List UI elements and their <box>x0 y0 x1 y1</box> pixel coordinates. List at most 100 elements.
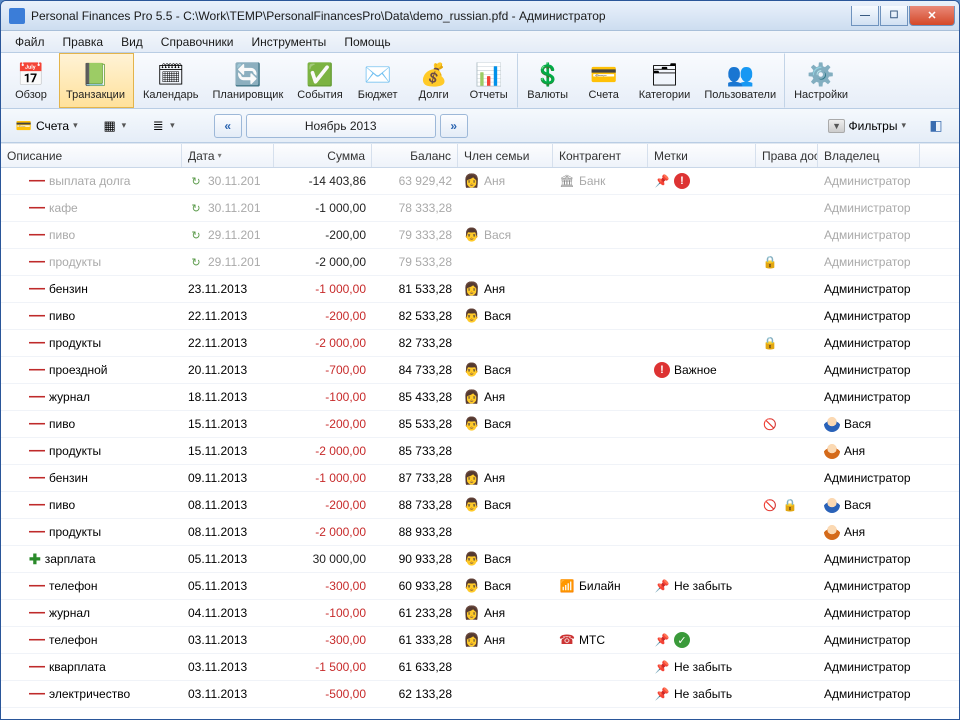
accounts-dropdown[interactable]: 💳 Счета ▾ <box>9 114 85 138</box>
scheduler-label: Планировщик <box>213 89 284 101</box>
table-row[interactable]: —проездной20.11.2013-700,0084 733,28👨Вас… <box>1 357 959 384</box>
table-row[interactable]: —пиво15.11.2013-200,0085 533,28👨ВасяВася <box>1 411 959 438</box>
toolbar-budget[interactable]: ✉️Бюджет <box>350 53 406 108</box>
toolbar-events[interactable]: ✅События <box>290 53 349 108</box>
cell-balance: 61 333,28 <box>372 633 458 647</box>
app-icon <box>9 8 25 24</box>
toolbar-debts[interactable]: 💰Долги <box>406 53 462 108</box>
period-selector[interactable]: Ноябрь 2013 <box>246 114 436 138</box>
filters-dropdown[interactable]: Фильтры ▾ <box>822 114 913 138</box>
lock-icon <box>782 497 798 513</box>
table-row[interactable]: —продукты08.11.2013-2 000,0088 933,28Аня <box>1 519 959 546</box>
cell-date: 29.11.201 <box>182 227 274 243</box>
cell-balance: 85 733,28 <box>372 444 458 458</box>
table-row[interactable]: —журнал04.11.2013-100,0061 233,28👩АняАдм… <box>1 600 959 627</box>
filter-icon <box>829 118 845 134</box>
menu-файл[interactable]: Файл <box>7 33 53 51</box>
table-row[interactable]: —выплата долга30.11.201-14 403,8663 929,… <box>1 168 959 195</box>
toolbar-calendar[interactable]: 🗓Календарь <box>136 53 206 108</box>
table-row[interactable]: ✚зарплата05.11.201330 000,0090 933,28👨Ва… <box>1 546 959 573</box>
layout-icon: ▦ <box>102 118 118 134</box>
cell-tags: ! <box>648 173 756 189</box>
toolbar-currencies[interactable]: 💲Валюты <box>520 53 576 108</box>
calendar-label: Календарь <box>143 89 199 101</box>
col-balance[interactable]: Баланс <box>372 144 458 167</box>
table-row[interactable]: —телефон05.11.2013-300,0060 933,28👨ВасяБ… <box>1 573 959 600</box>
view-list-dropdown[interactable]: ≣▾ <box>143 114 182 138</box>
toolbar-accounts-ref[interactable]: 💳Счета <box>576 53 632 108</box>
cell-family: 👩Аня <box>458 605 553 621</box>
table-row[interactable]: —электричество03.11.2013-500,0062 133,28… <box>1 681 959 708</box>
col-date[interactable]: Дата <box>182 144 274 167</box>
minimize-button[interactable] <box>851 6 879 26</box>
overview-icon: 📅 <box>17 63 44 89</box>
maximize-button[interactable] <box>880 6 908 26</box>
toolbar-scheduler[interactable]: 🔄Планировщик <box>206 53 291 108</box>
cell-description: —продукты <box>1 525 182 539</box>
table-row[interactable]: —телефон03.11.2013-300,0061 333,28👩АняМТ… <box>1 627 959 654</box>
col-access[interactable]: Права дост <box>756 144 818 167</box>
cell-counterparty: Билайн <box>553 578 648 594</box>
col-family[interactable]: Член семьи <box>458 144 553 167</box>
cell-access <box>756 497 818 513</box>
view-layout-dropdown[interactable]: ▦▾ <box>95 114 134 138</box>
menu-помощь[interactable]: Помощь <box>336 33 398 51</box>
toolbar-users[interactable]: 👥Пользователи <box>697 53 785 108</box>
col-description[interactable]: Описание <box>1 144 182 167</box>
table-row[interactable]: —пиво29.11.201-200,0079 333,28👨ВасяАдмин… <box>1 222 959 249</box>
col-owner[interactable]: Владелец <box>818 144 920 167</box>
owner-avatar-icon <box>824 497 840 513</box>
minus-icon: — <box>29 203 45 213</box>
sub-toolbar: 💳 Счета ▾ ▦▾ ≣▾ « Ноябрь 2013 » Фильтры … <box>1 109 959 143</box>
minus-icon: — <box>29 608 45 618</box>
toolbar-overview[interactable]: 📅Обзор <box>3 53 59 108</box>
currencies-icon: 💲 <box>534 63 561 89</box>
next-period-button[interactable]: » <box>440 114 468 138</box>
table-row[interactable]: —кафе30.11.201-1 000,0078 333,28Админист… <box>1 195 959 222</box>
pin-icon <box>654 578 670 594</box>
cell-date: 18.11.2013 <box>182 390 274 404</box>
pin-icon <box>654 686 670 702</box>
menu-вид[interactable]: Вид <box>113 33 151 51</box>
debts-icon: 💰 <box>420 63 447 89</box>
cell-family: 👩Аня <box>458 173 553 189</box>
table-row[interactable]: —продукты22.11.2013-2 000,0082 733,28Адм… <box>1 330 959 357</box>
cell-family: 👩Аня <box>458 632 553 648</box>
col-tags[interactable]: Метки <box>648 144 756 167</box>
table-row[interactable]: —продукты15.11.2013-2 000,0085 733,28Аня <box>1 438 959 465</box>
transactions-label: Транзакции <box>66 89 125 101</box>
minus-icon: — <box>29 230 45 240</box>
window-title: Personal Finances Pro 5.5 - C:\Work\TEMP… <box>31 9 851 23</box>
table-row[interactable]: —кварплата03.11.2013-1 500,0061 633,28Не… <box>1 654 959 681</box>
col-counterparty[interactable]: Контрагент <box>553 144 648 167</box>
cell-description: —продукты <box>1 255 182 269</box>
table-row[interactable]: —бензин09.11.2013-1 000,0087 733,28👩АняА… <box>1 465 959 492</box>
menu-инструменты[interactable]: Инструменты <box>243 33 334 51</box>
prev-period-button[interactable]: « <box>214 114 242 138</box>
categories-label: Категории <box>639 89 691 101</box>
app-window: Personal Finances Pro 5.5 - C:\Work\TEMP… <box>0 0 960 720</box>
cell-description: —кафе <box>1 201 182 215</box>
table-row[interactable]: —пиво08.11.2013-200,0088 733,28👨ВасяВася <box>1 492 959 519</box>
grid-body[interactable]: —выплата долга30.11.201-14 403,8663 929,… <box>1 168 959 720</box>
table-row[interactable]: —продукты29.11.201-2 000,0079 533,28Адми… <box>1 249 959 276</box>
pin-icon <box>654 659 670 675</box>
toolbar-transactions[interactable]: 📗Транзакции <box>59 53 134 108</box>
col-sum[interactable]: Сумма <box>274 144 372 167</box>
titlebar[interactable]: Personal Finances Pro 5.5 - C:\Work\TEMP… <box>1 1 959 31</box>
menu-справочники[interactable]: Справочники <box>153 33 242 51</box>
cell-balance: 81 533,28 <box>372 282 458 296</box>
scheduler-icon: 🔄 <box>234 63 261 89</box>
toolbar-settings[interactable]: ⚙️Настройки <box>787 53 855 108</box>
person-male-icon: 👨 <box>464 497 480 513</box>
close-button[interactable] <box>909 6 955 26</box>
toolbar-categories[interactable]: 🗂Категории <box>632 53 698 108</box>
cell-access <box>756 335 818 351</box>
toolbar-reports[interactable]: 📊Отчеты <box>462 53 518 108</box>
menu-правка[interactable]: Правка <box>55 33 112 51</box>
table-row[interactable]: —журнал18.11.2013-100,0085 433,28👩АняАдм… <box>1 384 959 411</box>
minus-icon: — <box>29 257 45 267</box>
table-row[interactable]: —бензин23.11.2013-1 000,0081 533,28👩АняА… <box>1 276 959 303</box>
table-row[interactable]: —пиво22.11.2013-200,0082 533,28👨ВасяАдми… <box>1 303 959 330</box>
toggle-panel-button[interactable] <box>921 114 951 138</box>
